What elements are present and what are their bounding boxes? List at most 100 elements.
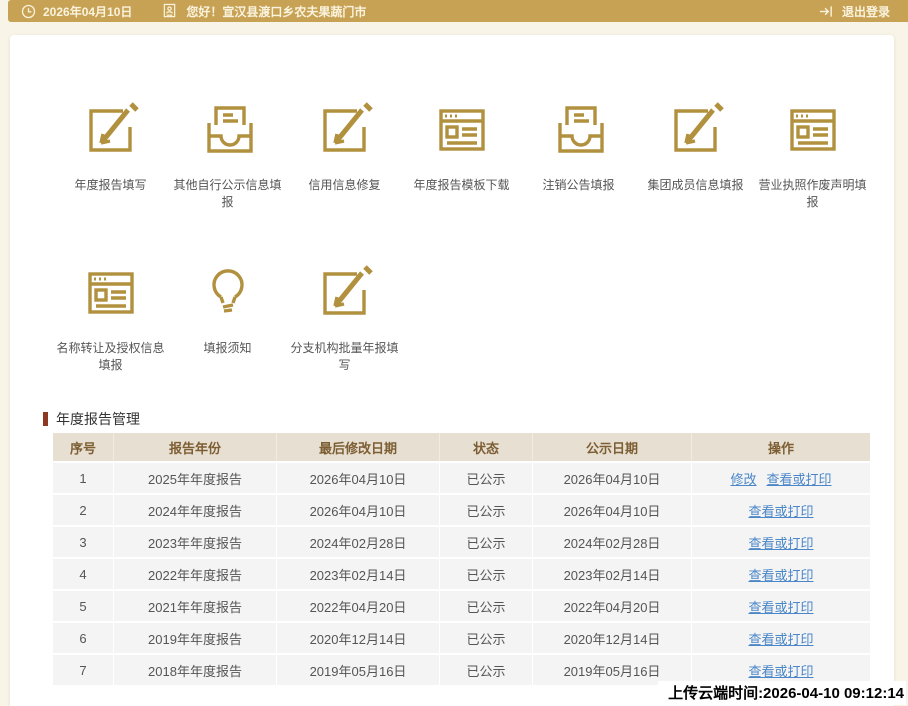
- cell-operation: 查看或打印: [692, 495, 870, 525]
- page: 2026年04月10日 您好！宣汉县渡口乡农夫果蔬门市 退出登录 年度报告填写 …: [0, 0, 908, 706]
- view-print-link[interactable]: 查看或打印: [748, 504, 813, 519]
- cell-operation: 查看或打印: [692, 623, 870, 653]
- cell-status: 已公示: [440, 463, 533, 493]
- col-header-no: 序号: [53, 433, 114, 461]
- menu-item-group-member-info-fill[interactable]: 集团成员信息填报: [637, 98, 754, 211]
- view-print-link[interactable]: 查看或打印: [748, 632, 813, 647]
- table-header-row: 序号 报告年份 最后修改日期 状态 公示日期 操作: [53, 433, 870, 461]
- cell-publish-date: 2023年02月14日: [533, 559, 692, 589]
- menu-item-annual-report-template-download[interactable]: 年度报告模板下载: [403, 98, 520, 211]
- edit-icon: [313, 98, 377, 162]
- cell-report-year: 2022年年度报告: [114, 559, 277, 589]
- col-header-publish-date: 公示日期: [533, 433, 692, 461]
- cell-status: 已公示: [440, 623, 533, 653]
- section-title-text: 年度报告管理: [56, 411, 140, 427]
- view-print-link[interactable]: 查看或打印: [748, 664, 813, 679]
- cell-no: 7: [53, 655, 114, 685]
- cell-no: 6: [53, 623, 114, 653]
- menu-item-label: 信用信息修复: [308, 178, 381, 192]
- user-badge-icon: [164, 3, 176, 18]
- cell-operation: 查看或打印: [692, 591, 870, 621]
- modify-link[interactable]: 修改: [730, 472, 756, 487]
- clock-icon: [21, 4, 36, 18]
- section-title-bar: [43, 412, 48, 426]
- webpage-icon: [430, 98, 494, 162]
- menu-item-other-self-publicity-fill[interactable]: 其他自行公示信息填报: [169, 98, 286, 211]
- logout-label: 退出登录: [841, 4, 890, 19]
- main-card: 年度报告填写 其他自行公示信息填报 信用信息修复 年度报告模板下载 注销公告填报…: [10, 35, 894, 706]
- upload-time: 上传云端时间:2026-04-10 09:12:14: [658, 681, 906, 705]
- menu-item-label: 名称转让及授权信息填报: [56, 341, 165, 372]
- menu-item-label: 填报须知: [203, 341, 252, 355]
- edit-icon: [664, 98, 728, 162]
- cell-report-year: 2024年年度报告: [114, 495, 277, 525]
- menu-item-license-invalidation-declaration[interactable]: 营业执照作废声明填报: [754, 98, 871, 211]
- menu-item-credit-repair[interactable]: 信用信息修复: [286, 98, 403, 211]
- edit-icon: [79, 98, 143, 162]
- edit-icon: [313, 261, 377, 325]
- table-row: 5 2021年年度报告 2022年04月20日 已公示 2022年04月20日 …: [53, 591, 870, 621]
- table-row: 4 2022年年度报告 2023年02月14日 已公示 2023年02月14日 …: [53, 559, 870, 589]
- col-header-operation: 操作: [692, 433, 870, 461]
- webpage-icon: [79, 261, 143, 325]
- cell-no: 5: [53, 591, 114, 621]
- cell-status: 已公示: [440, 591, 533, 621]
- cell-operation: 修改 查看或打印: [692, 463, 870, 493]
- col-header-report-year: 报告年份: [114, 433, 277, 461]
- cell-report-year: 2021年年度报告: [114, 591, 277, 621]
- annual-report-table: 序号 报告年份 最后修改日期 状态 公示日期 操作 1 2025年年度报告 20…: [53, 431, 870, 687]
- cell-status: 已公示: [440, 527, 533, 557]
- cell-last-modified: 2023年02月14日: [277, 559, 440, 589]
- bulb-icon: [196, 261, 260, 325]
- col-header-status: 状态: [440, 433, 533, 461]
- menu-item-annual-report-fill[interactable]: 年度报告填写: [52, 98, 169, 211]
- menu-item-label: 分支机构批量年报填写: [290, 341, 399, 372]
- cell-last-modified: 2026年04月10日: [277, 463, 440, 493]
- menu-grid: 年度报告填写 其他自行公示信息填报 信用信息修复 年度报告模板下载 注销公告填报…: [52, 98, 871, 374]
- cell-publish-date: 2022年04月20日: [533, 591, 692, 621]
- view-print-link[interactable]: 查看或打印: [748, 536, 813, 551]
- menu-item-label: 注销公告填报: [542, 178, 615, 192]
- topbar: 2026年04月10日 您好！宣汉县渡口乡农夫果蔬门市 退出登录: [8, 0, 908, 22]
- inbox-icon: [196, 98, 260, 162]
- cell-report-year: 2019年年度报告: [114, 623, 277, 653]
- cell-publish-date: 2020年12月14日: [533, 623, 692, 653]
- cell-status: 已公示: [440, 495, 533, 525]
- menu-item-name-transfer-authorization-fill[interactable]: 名称转让及授权信息填报: [52, 261, 169, 374]
- cell-last-modified: 2022年04月20日: [277, 591, 440, 621]
- inbox-icon: [547, 98, 611, 162]
- logout-button[interactable]: 退出登录: [818, 3, 890, 20]
- menu-item-filling-instructions[interactable]: 填报须知: [169, 261, 286, 374]
- cell-last-modified: 2026年04月10日: [277, 495, 440, 525]
- col-header-last-modified: 最后修改日期: [277, 433, 440, 461]
- view-print-link[interactable]: 查看或打印: [748, 568, 813, 583]
- menu-item-label: 其他自行公示信息填报: [173, 178, 282, 209]
- table-row: 3 2023年年度报告 2024年02月28日 已公示 2024年02月28日 …: [53, 527, 870, 557]
- menu-item-cancellation-announcement-fill[interactable]: 注销公告填报: [520, 98, 637, 211]
- cell-publish-date: 2024年02月28日: [533, 527, 692, 557]
- view-print-link[interactable]: 查看或打印: [767, 472, 832, 487]
- cell-last-modified: 2020年12月14日: [277, 623, 440, 653]
- cell-no: 2: [53, 495, 114, 525]
- cell-status: 已公示: [440, 655, 533, 685]
- cell-operation: 查看或打印: [692, 559, 870, 589]
- cell-no: 3: [53, 527, 114, 557]
- cell-no: 1: [53, 463, 114, 493]
- cell-publish-date: 2026年04月10日: [533, 463, 692, 493]
- cell-no: 4: [53, 559, 114, 589]
- table-row: 2 2024年年度报告 2026年04月10日 已公示 2026年04月10日 …: [53, 495, 870, 525]
- cell-publish-date: 2026年04月10日: [533, 495, 692, 525]
- menu-item-label: 营业执照作废声明填报: [758, 178, 867, 209]
- cell-last-modified: 2019年05月16日: [277, 655, 440, 685]
- webpage-icon: [781, 98, 845, 162]
- table-row: 1 2025年年度报告 2026年04月10日 已公示 2026年04月10日 …: [53, 463, 870, 493]
- section-title: 年度报告管理: [43, 409, 140, 429]
- user-greeting: 您好！宣汉县渡口乡农夫果蔬门市: [186, 4, 367, 19]
- menu-item-branch-batch-annual-report[interactable]: 分支机构批量年报填写: [286, 261, 403, 374]
- cell-report-year: 2018年年度报告: [114, 655, 277, 685]
- cell-status: 已公示: [440, 559, 533, 589]
- view-print-link[interactable]: 查看或打印: [748, 600, 813, 615]
- logout-icon: [819, 5, 832, 17]
- menu-item-label: 年度报告模板下载: [413, 178, 510, 192]
- menu-item-label: 年度报告填写: [74, 178, 147, 192]
